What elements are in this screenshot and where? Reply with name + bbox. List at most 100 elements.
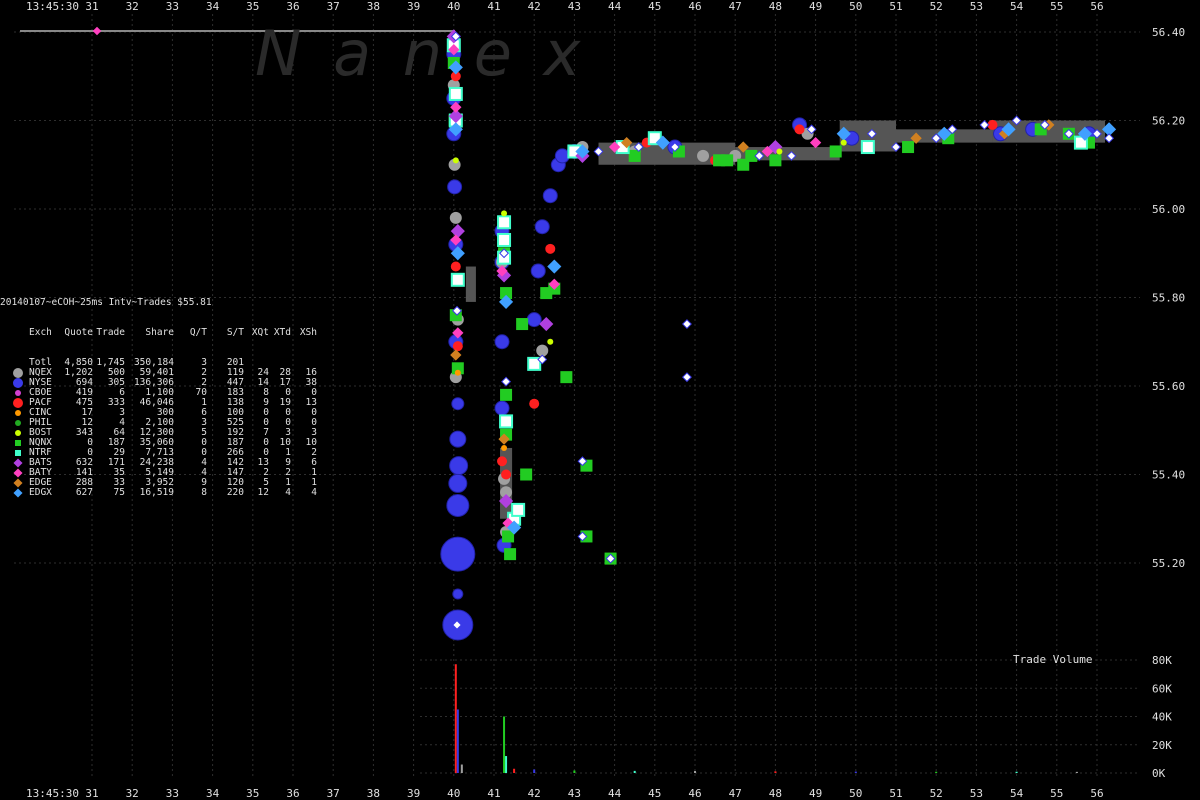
point-pacf [545, 243, 556, 254]
x-tick-label-bottom: 35 [246, 787, 259, 800]
x-tick-label-bottom: 34 [206, 787, 220, 800]
x-tick-label-top: 44 [608, 0, 622, 13]
x-tick-label-bottom: 41 [487, 787, 500, 800]
point-bost [776, 148, 783, 155]
point-nqnx [502, 530, 515, 543]
stats-row: CINC 17 3 300 6 100 0 0 0 [15, 408, 329, 418]
price-series [440, 29, 1117, 641]
exchange-stats-table: 20140107~eCOH~25ms Intv~Trades $55.81 Ex… [0, 278, 329, 508]
x-tick-label-bottom: 52 [930, 787, 943, 800]
x-tick-label-top: 53 [970, 0, 983, 13]
stats-rows: Totl 4,850 1,745 350,184 3 201 NQEX 1,202 500 59,… [13, 358, 329, 498]
point-nyse [449, 430, 467, 448]
x-tick-label-bottom: 33 [166, 787, 179, 800]
price-tick-label: 56.20 [1152, 115, 1185, 128]
volume-axis: 80K 60K 40K 20K 0K [1152, 654, 1172, 780]
price-axis: 56.40 56.20 56.00 55.80 55.60 55.40 55.20 [1152, 26, 1185, 570]
x-tick-label-bottom: 37 [327, 787, 340, 800]
point-edgx [547, 259, 562, 274]
point-nyse [446, 493, 470, 517]
volume-bar [935, 771, 938, 773]
exchange-marker-icon [15, 420, 21, 426]
x-tick-label-bottom: 46 [688, 787, 701, 800]
volume-label: Trade Volume [1013, 653, 1092, 666]
x-tick-label-top: 41 [487, 0, 500, 13]
stats-row: NTRF 0 29 7,713 0 266 0 1 2 [15, 448, 329, 458]
stats-cell-quote: 627 [75, 487, 93, 498]
x-tick-label-top: 42 [528, 0, 541, 13]
x-tick-label-top: 49 [809, 0, 822, 13]
stats-header-quote: Quote [64, 327, 93, 338]
price-tick-label: 55.40 [1152, 469, 1185, 482]
x-tick-label-top: 36 [286, 0, 299, 13]
volume-bar [694, 771, 696, 773]
point-nyse [448, 473, 468, 493]
x-tick-label-bottom: 56 [1090, 787, 1103, 800]
point-ntrf [497, 232, 512, 247]
x-tick-label-top: 39 [407, 0, 420, 13]
x-tick-label-bottom: 36 [286, 787, 299, 800]
stats-row: NYSE 694 305 136,306 2 447 14 17 38 [13, 378, 329, 388]
point-nyse [452, 588, 464, 600]
stats-cell-exch: EDGX [29, 487, 52, 498]
point-white [979, 119, 990, 130]
point-pacf [452, 341, 463, 352]
point-white [682, 319, 692, 329]
x-tick-label-top: 37 [327, 0, 340, 13]
price-tick-label: 56.00 [1152, 203, 1185, 216]
point-nyse [534, 219, 550, 235]
x-tick-label-top: 46 [688, 0, 701, 13]
point-nqnx [769, 154, 782, 167]
point-nqnx [516, 318, 529, 331]
volume-tick-label: 80K [1152, 654, 1172, 667]
volume-tick-label: 20K [1152, 739, 1172, 752]
x-tick-label-bottom: 42 [528, 787, 541, 800]
series-edge [450, 119, 1055, 445]
point-bats [450, 224, 465, 239]
time-label-top: 13:45:30 [26, 0, 79, 13]
stats-header-qt: Q/T [189, 327, 207, 338]
x-tick-label-top: 40 [447, 0, 460, 13]
point-ntrf [450, 272, 465, 287]
x-tick-label-top: 56 [1090, 0, 1103, 13]
quote-band-segment [465, 266, 476, 302]
x-tick-label-bottom: 39 [407, 787, 420, 800]
stats-cell-qt: 8 [201, 487, 207, 498]
volume-bar [854, 771, 857, 773]
x-tick-label-top: 52 [930, 0, 943, 13]
price-tick-label: 55.60 [1152, 380, 1185, 393]
exchange-marker-icon [15, 450, 21, 456]
exchange-marker-icon [13, 368, 23, 378]
point-nqnx [721, 154, 734, 167]
point-nqex [449, 211, 462, 224]
stats-cell-st: 220 [226, 487, 244, 498]
volume-bar [533, 769, 536, 773]
point-nqnx [829, 145, 842, 158]
stats-cell-trade: 75 [113, 487, 125, 498]
point-white [1104, 133, 1115, 144]
point-nyse [494, 334, 510, 350]
volume-bar [454, 664, 457, 773]
watermark: N a n e x [255, 17, 586, 90]
point-pacf [497, 456, 508, 467]
stats-row: BATY 141 35 5,149 4 147 2 2 1 [13, 468, 329, 478]
point-nqnx [504, 548, 517, 561]
volume-bar [1015, 771, 1018, 773]
x-tick-label-top: 31 [85, 0, 98, 13]
x-tick-label-top: 51 [889, 0, 902, 13]
point-nqex [697, 149, 710, 162]
x-tick-label-bottom: 50 [849, 787, 862, 800]
exchange-marker-icon [13, 398, 23, 408]
stats-cell-xqt: 12 [257, 487, 269, 498]
stats-cell-share: 16,519 [139, 487, 174, 498]
point-bost [840, 139, 847, 146]
exchange-marker-icon [13, 378, 23, 388]
stats-row: NQNX 0 187 35,060 0 187 0 10 10 [15, 438, 329, 448]
x-tick-label-bottom: 54 [1010, 787, 1024, 800]
x-axis-bottom: 31 32 33 34 35 36 37 38 39 40 41 42 43 44 45 46 47 48 49 50… [85, 787, 1103, 800]
volume-tick-label: 60K [1152, 682, 1172, 695]
series-bats [446, 29, 783, 509]
stats-row: EDGX 627 75 16,519 8 220 12 4 4 [13, 487, 329, 498]
x-tick-label-bottom: 40 [447, 787, 460, 800]
point-edge [450, 349, 462, 361]
